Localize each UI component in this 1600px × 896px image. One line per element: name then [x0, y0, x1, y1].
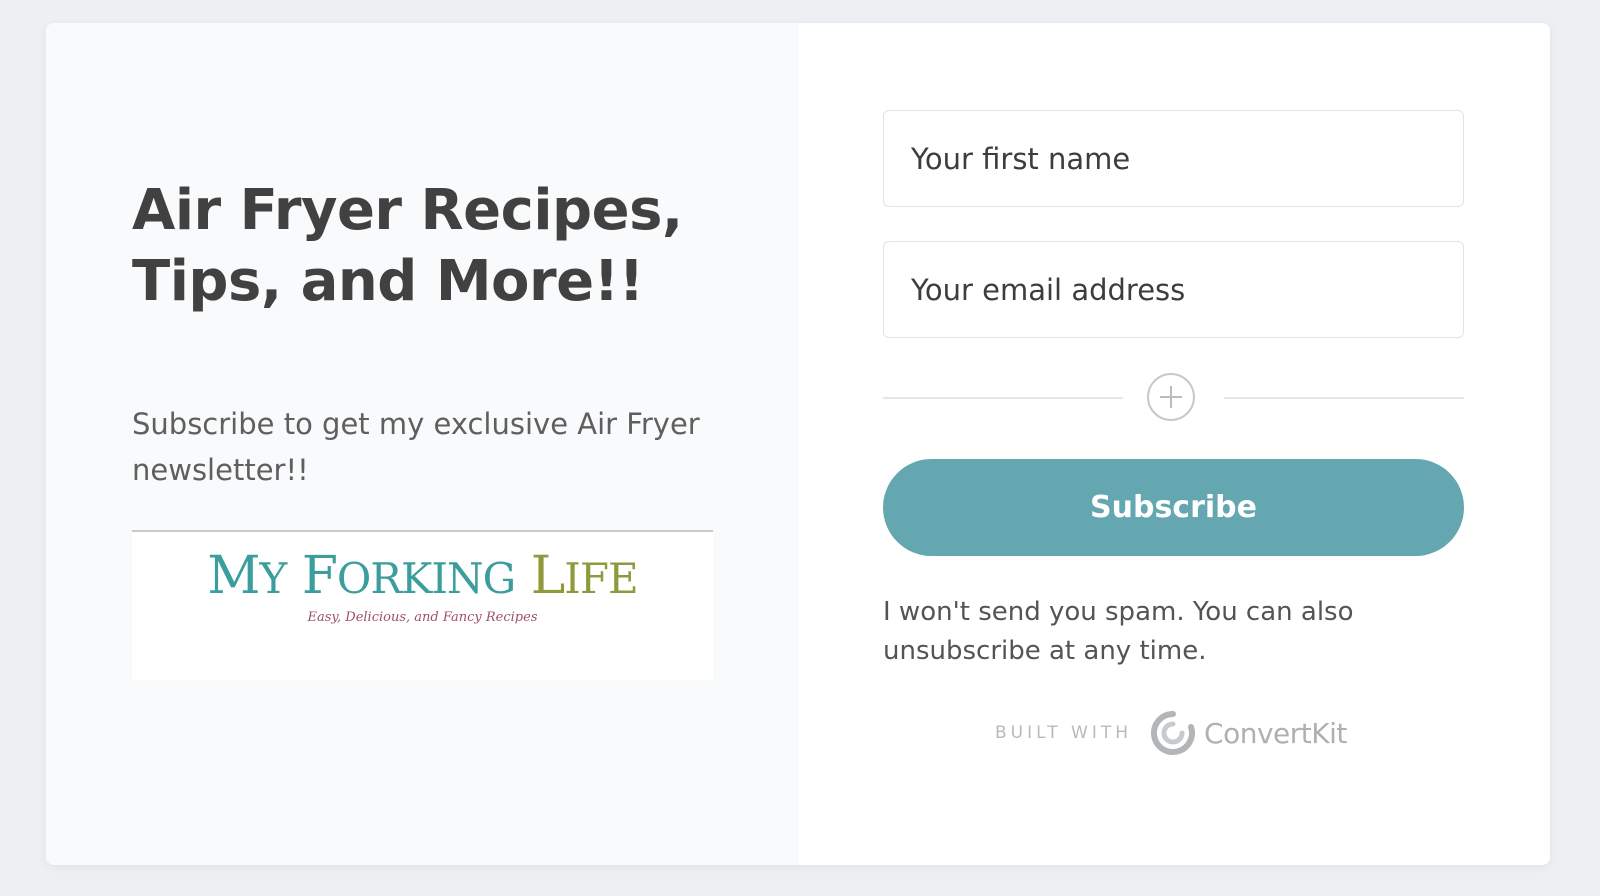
convertkit-logo-icon: [1151, 711, 1195, 755]
email-field[interactable]: [883, 241, 1464, 338]
add-field-divider: [883, 371, 1464, 425]
logo-forking-rest: ORKING: [336, 554, 516, 603]
logo-my-initial: M: [207, 546, 260, 606]
subscribe-form-card: Air Fryer Recipes, Tips, and More!! Subs…: [46, 23, 1550, 865]
form-fields-panel: Subscribe I won't send you spam. You can…: [799, 23, 1550, 865]
headline-line-2: Tips, and More!!: [132, 249, 644, 314]
logo-title: MY FORKING LIFE: [132, 546, 713, 609]
logo-my-rest: Y: [259, 554, 288, 603]
logo-forking-initial: F: [301, 546, 338, 606]
built-with-label: BUILT WITH: [995, 723, 1133, 743]
headline-line-1: Air Fryer Recipes,: [132, 178, 683, 243]
built-with-convertkit-link[interactable]: BUILT WITH ConvertKit: [995, 709, 1347, 757]
logo-tagline: Easy, Delicious, and Fancy Recipes: [307, 610, 538, 625]
form-subtext: Subscribe to get my exclusive Air Fryer …: [132, 407, 700, 487]
form-intro-panel: Air Fryer Recipes, Tips, and More!! Subs…: [46, 23, 799, 865]
spam-disclaimer: I won't send you spam. You can also unsu…: [883, 597, 1354, 666]
logo-life-rest: IFE: [564, 554, 638, 603]
brand-logo-image: MY FORKING LIFE Easy, Delicious, and Fan…: [132, 530, 713, 680]
first-name-field[interactable]: [883, 110, 1464, 207]
convertkit-brand-name: ConvertKit: [1204, 716, 1347, 750]
plus-icon[interactable]: [1147, 373, 1195, 421]
divider-line-left: [883, 397, 1123, 399]
subscribe-button[interactable]: Subscribe: [883, 459, 1464, 556]
form-headline: Air Fryer Recipes, Tips, and More!!: [132, 175, 732, 317]
logo-life-initial: L: [530, 546, 566, 606]
divider-line-right: [1224, 397, 1464, 399]
